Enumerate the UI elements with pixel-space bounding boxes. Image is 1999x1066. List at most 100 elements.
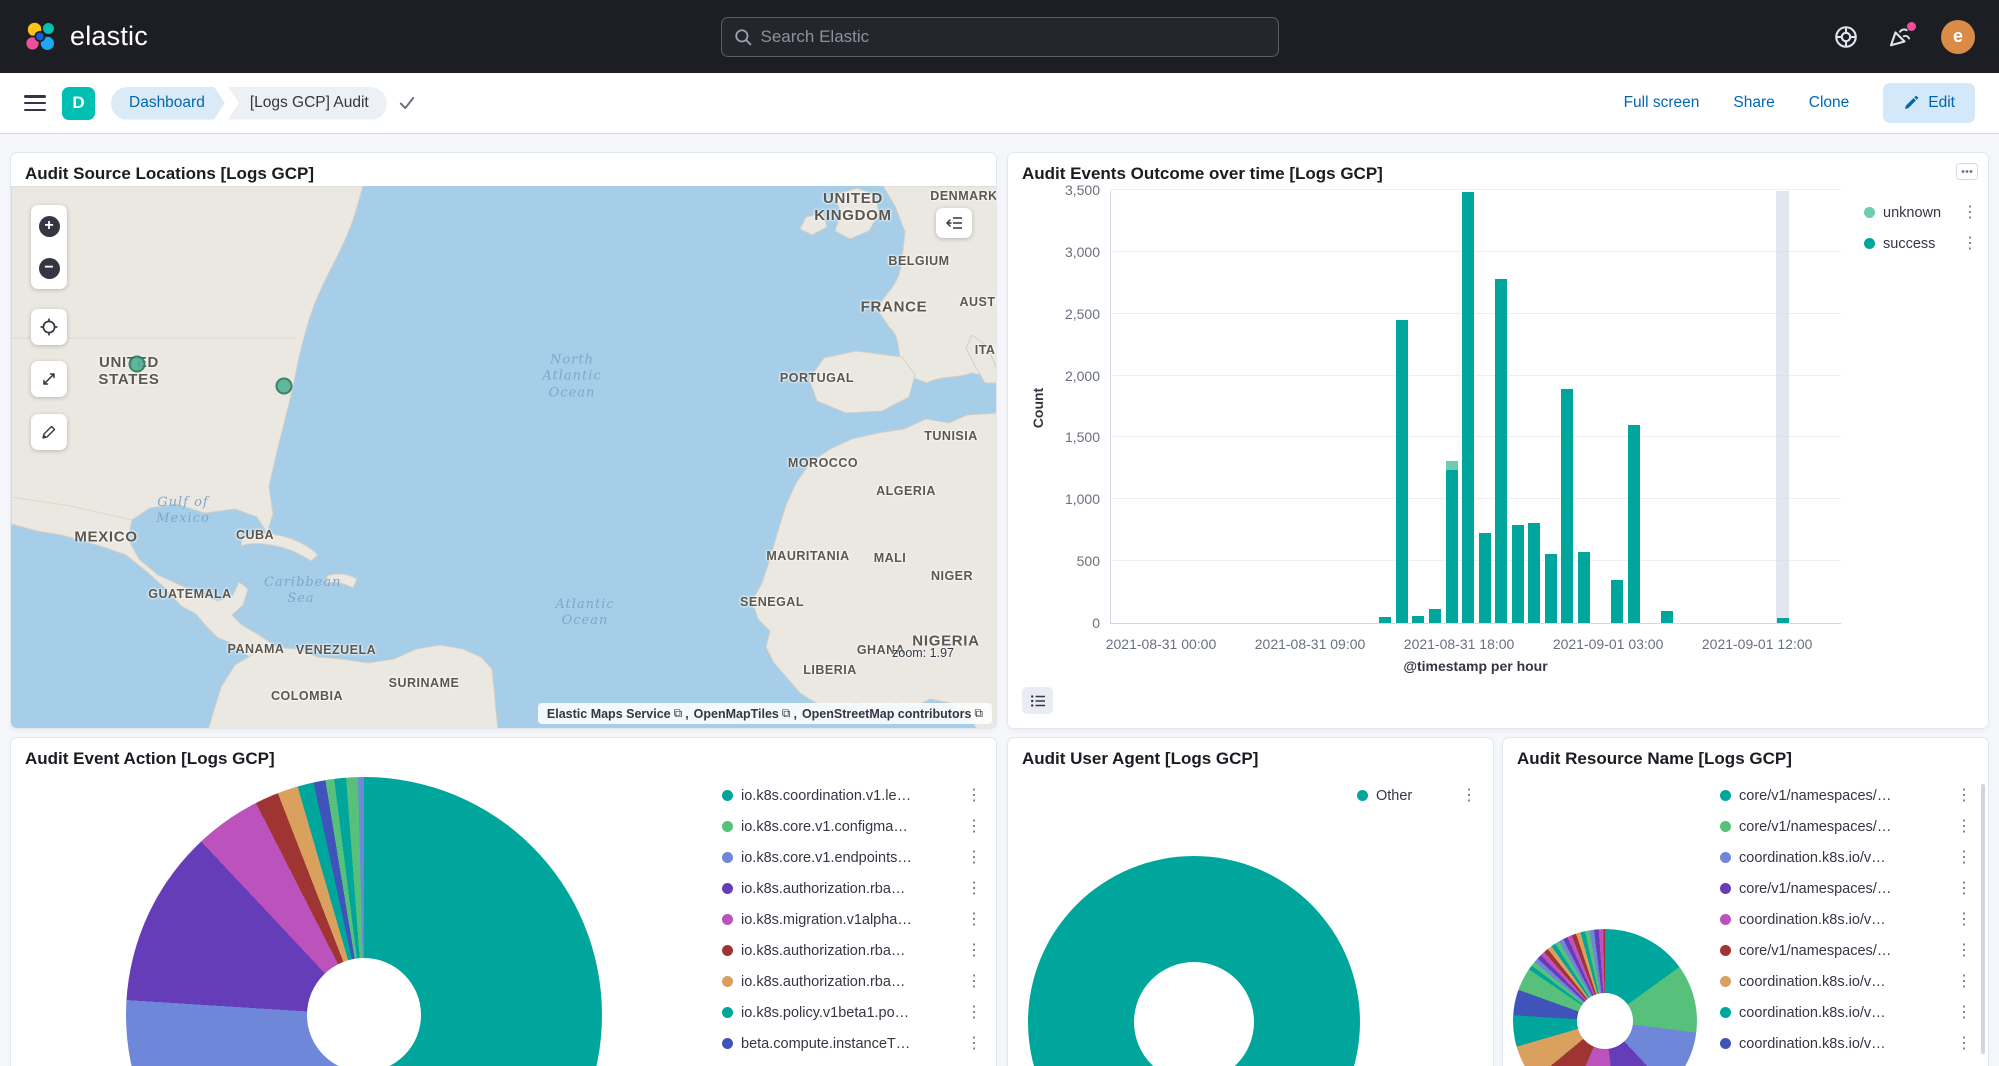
legend-menu-button[interactable]: ⋮ — [1954, 912, 1974, 928]
legend-label[interactable]: coordination.k8s.io/v… — [1739, 1005, 1946, 1021]
panel-title[interactable]: Audit Source Locations [Logs GCP] — [11, 153, 996, 189]
legend-menu-button[interactable]: ⋮ — [1954, 974, 1974, 990]
legend-row[interactable]: coordination.k8s.io/v…⋮ — [1720, 1028, 1974, 1059]
global-search[interactable] — [721, 17, 1279, 57]
zoom-in-button[interactable]: + — [31, 205, 67, 247]
legend-menu-button[interactable]: ⋮ — [1954, 788, 1974, 804]
histogram-bar[interactable] — [1412, 616, 1424, 623]
share-link[interactable]: Share — [1733, 94, 1774, 112]
legend-row[interactable]: coordination.k8s.io/…⋮ — [1720, 1059, 1974, 1066]
menu-button[interactable] — [24, 95, 46, 111]
zoom-out-button[interactable]: − — [31, 247, 67, 289]
legend-menu-button[interactable]: ⋮ — [1954, 1005, 1974, 1021]
legend-label[interactable]: Other — [1376, 788, 1451, 804]
legend-label[interactable]: coordination.k8s.io/v… — [1739, 1036, 1946, 1052]
histogram-bar[interactable] — [1528, 523, 1540, 623]
legend-label[interactable]: core/v1/namespaces/… — [1739, 788, 1946, 804]
legend-label[interactable]: io.k8s.migration.v1alpha… — [741, 912, 956, 928]
legend-menu-button[interactable]: ⋮ — [1954, 881, 1974, 897]
legend-menu-button[interactable]: ⋮ — [1960, 205, 1980, 221]
legend-label[interactable]: beta.compute.instanceT… — [741, 1036, 956, 1052]
legend-row[interactable]: coordination.k8s.io/v… ⋮ — [1720, 997, 1974, 1028]
legend-row[interactable]: google.iam.v1…⋮ — [722, 1059, 984, 1066]
legend-row[interactable]: io.k8s.policy.v1beta1.po…⋮ — [722, 997, 984, 1028]
legend-menu-button[interactable]: ⋮ — [1960, 236, 1980, 252]
legend-menu-button[interactable]: ⋮ — [1954, 850, 1974, 866]
legend-row[interactable]: core/v1/namespaces/… ⋮ — [1720, 873, 1974, 904]
map-canvas[interactable]: UNITED STATESUNITED KINGDOMDENMARKBELGIU… — [11, 186, 997, 729]
legend-label[interactable]: core/v1/namespaces/… — [1739, 881, 1946, 897]
legend-label[interactable]: io.k8s.core.v1.endpoints… — [741, 850, 956, 866]
histogram-bar[interactable] — [1495, 279, 1507, 623]
newsfeed-button[interactable] — [1887, 24, 1913, 50]
legend-label[interactable]: io.k8s.authorization.rba… — [741, 881, 956, 897]
legend-row[interactable]: Other ⋮ — [1357, 780, 1479, 811]
legend-row[interactable]: io.k8s.authorization.rba… ⋮ — [722, 966, 984, 997]
donut-chart[interactable] — [126, 777, 602, 1066]
histogram-bar[interactable] — [1429, 609, 1441, 623]
panel-options-button[interactable] — [1956, 163, 1978, 185]
histogram-plot[interactable] — [1110, 191, 1841, 624]
donut-chart[interactable] — [1028, 856, 1360, 1066]
search-input[interactable] — [761, 27, 1266, 47]
legend-row[interactable]: io.k8s.authorization.rba… ⋮ — [722, 873, 984, 904]
legend-label[interactable]: coordination.k8s.io/v… — [1739, 850, 1946, 866]
user-avatar[interactable]: e — [1941, 20, 1975, 54]
legend-row[interactable]: unknown ⋮ — [1864, 197, 1980, 228]
legend-menu-button[interactable]: ⋮ — [1459, 788, 1479, 804]
legend-toggle-button[interactable] — [1022, 687, 1053, 714]
map-data-point[interactable] — [129, 356, 146, 373]
histogram-bar[interactable] — [1628, 425, 1640, 623]
legend-menu-button[interactable]: ⋮ — [964, 819, 984, 835]
legend-row[interactable]: coordination.k8s.io/v…⋮ — [1720, 966, 1974, 997]
legend-scrollbar[interactable] — [1981, 784, 1985, 1054]
histogram-bar[interactable] — [1661, 611, 1673, 623]
legend-menu-button[interactable]: ⋮ — [964, 912, 984, 928]
attribution-link[interactable]: Elastic Maps Service ⧉ — [547, 706, 694, 721]
legend-row[interactable]: io.k8s.core.v1.configma…⋮ — [722, 811, 984, 842]
histogram-bar[interactable] — [1561, 389, 1573, 623]
clone-link[interactable]: Clone — [1809, 94, 1850, 112]
legend-row[interactable]: coordination.k8s.io/v… ⋮ — [1720, 842, 1974, 873]
panel-title[interactable]: Audit User Agent [Logs GCP] — [1008, 738, 1493, 774]
legend-row[interactable]: core/v1/namespaces/… ⋮ — [1720, 811, 1974, 842]
map-tools-button[interactable] — [31, 414, 67, 450]
legend-label[interactable]: unknown — [1883, 205, 1952, 221]
legend-row[interactable]: io.k8s.core.v1.endpoints… ⋮ — [722, 842, 984, 873]
elastic-logo[interactable]: elastic — [24, 20, 148, 54]
legend-menu-button[interactable]: ⋮ — [964, 1005, 984, 1021]
full-screen-link[interactable]: Full screen — [1624, 94, 1700, 112]
legend-label[interactable]: core/v1/namespaces/… — [1739, 943, 1946, 959]
map-legend-collapse-button[interactable] — [936, 208, 972, 238]
attribution-link[interactable]: OpenMapTiles ⧉ — [694, 706, 802, 721]
legend-row[interactable]: core/v1/namespaces/… ⋮ — [1720, 780, 1974, 811]
legend-menu-button[interactable]: ⋮ — [964, 881, 984, 897]
legend-row[interactable]: success⋮ — [1864, 228, 1980, 259]
help-button[interactable] — [1833, 24, 1859, 50]
legend-menu-button[interactable]: ⋮ — [964, 974, 984, 990]
legend-menu-button[interactable]: ⋮ — [1954, 819, 1974, 835]
edit-button[interactable]: Edit — [1883, 83, 1975, 123]
legend-label[interactable]: io.k8s.coordination.v1.le… — [741, 788, 956, 804]
histogram-bar[interactable] — [1462, 192, 1474, 623]
legend-row[interactable]: io.k8s.authorization.rba… ⋮ — [722, 935, 984, 966]
legend-menu-button[interactable]: ⋮ — [964, 850, 984, 866]
histogram-bar[interactable] — [1379, 617, 1391, 623]
panel-title[interactable]: Audit Event Action [Logs GCP] — [11, 738, 996, 774]
legend-menu-button[interactable]: ⋮ — [964, 1036, 984, 1052]
legend-label[interactable]: core/v1/namespaces/… — [1739, 819, 1946, 835]
histogram-bar[interactable] — [1396, 320, 1408, 623]
panel-title[interactable]: Audit Events Outcome over time [Logs GCP… — [1008, 153, 1988, 189]
histogram-bar[interactable] — [1479, 533, 1491, 623]
legend-label[interactable]: io.k8s.authorization.rba… — [741, 943, 956, 959]
legend-row[interactable]: io.k8s.coordination.v1.le… ⋮ — [722, 780, 984, 811]
legend-menu-button[interactable]: ⋮ — [964, 788, 984, 804]
breadcrumb-current[interactable]: [Logs GCP] Audit — [228, 87, 387, 120]
legend-label[interactable]: io.k8s.authorization.rba… — [741, 974, 956, 990]
histogram-bar[interactable] — [1578, 552, 1590, 623]
histogram-bar[interactable] — [1512, 525, 1524, 623]
panel-title[interactable]: Audit Resource Name [Logs GCP] — [1503, 738, 1988, 774]
map-set-view-button[interactable] — [31, 309, 67, 345]
legend-row[interactable]: coordination.k8s.io/v…⋮ — [1720, 904, 1974, 935]
legend-menu-button[interactable]: ⋮ — [964, 943, 984, 959]
